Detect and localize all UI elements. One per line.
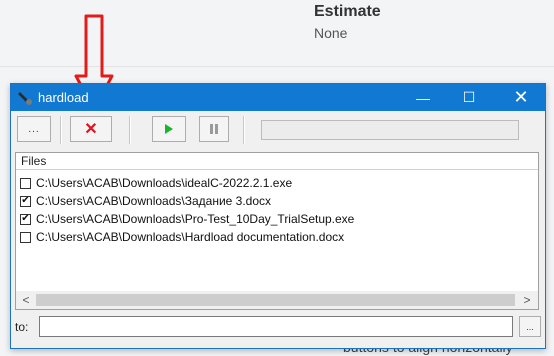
- progress-bar: [261, 120, 519, 140]
- file-checkbox[interactable]: ✔: [20, 213, 31, 225]
- file-checkbox[interactable]: [20, 231, 31, 243]
- list-item[interactable]: ✔ C:\Users\ACAB\Downloads\Pro-Test_10Day…: [20, 210, 354, 228]
- app-icon: [18, 92, 32, 105]
- toolbar-separator: [243, 116, 245, 144]
- horizontal-scrollbar[interactable]: < >: [16, 291, 538, 309]
- estimate-heading: Estimate: [314, 3, 381, 20]
- destination-input[interactable]: [39, 316, 513, 337]
- file-path: C:\Users\ACAB\Downloads\Задание 3.docx: [36, 194, 272, 208]
- file-list: Files C:\Users\ACAB\Downloads\idealC-202…: [15, 152, 539, 310]
- destination-label: to:: [15, 320, 29, 334]
- scroll-right-icon[interactable]: >: [519, 291, 535, 309]
- minimize-button[interactable]: —: [401, 84, 445, 111]
- scroll-left-icon[interactable]: <: [18, 291, 34, 309]
- file-checkbox[interactable]: ✔: [20, 195, 31, 207]
- file-checkbox[interactable]: [20, 177, 31, 189]
- estimate-value: None: [314, 25, 348, 41]
- list-item[interactable]: ✔ C:\Users\ACAB\Downloads\Задание 3.docx: [20, 192, 271, 210]
- pause-button[interactable]: [199, 116, 229, 142]
- destination-browse-button[interactable]: ...: [519, 316, 541, 337]
- files-column-header[interactable]: Files: [16, 153, 538, 170]
- close-button[interactable]: ✕: [499, 84, 543, 111]
- start-button[interactable]: [152, 116, 186, 142]
- pause-icon: [210, 124, 218, 134]
- window-title: hardload: [38, 90, 89, 105]
- delete-button[interactable]: ✕: [70, 116, 112, 142]
- scroll-thumb[interactable]: [36, 294, 515, 306]
- toolbar: ... ✕: [11, 112, 545, 148]
- toolbar-separator: [60, 116, 62, 144]
- play-icon: [165, 124, 173, 134]
- toolbar-separator: [129, 116, 131, 144]
- file-path: C:\Users\ACAB\Downloads\idealC-2022.2.1.…: [36, 176, 293, 190]
- browse-files-button[interactable]: ...: [17, 116, 51, 142]
- list-item[interactable]: C:\Users\ACAB\Downloads\Hardload documen…: [20, 228, 344, 246]
- maximize-button[interactable]: ☐: [447, 84, 491, 111]
- list-item[interactable]: C:\Users\ACAB\Downloads\idealC-2022.2.1.…: [20, 174, 292, 192]
- hardload-window: hardload — ☐ ✕ ... ✕ Files C:\Users\ACAB…: [10, 83, 546, 349]
- file-path: C:\Users\ACAB\Downloads\Hardload documen…: [36, 230, 345, 244]
- file-path: C:\Users\ACAB\Downloads\Pro-Test_10Day_T…: [36, 212, 355, 226]
- title-bar[interactable]: hardload — ☐ ✕: [11, 84, 545, 111]
